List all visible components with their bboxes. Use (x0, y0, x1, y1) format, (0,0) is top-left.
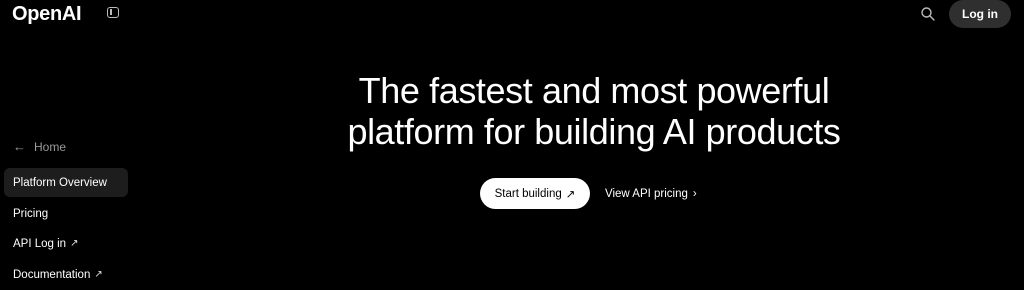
arrow-left-icon: ← (13, 139, 26, 154)
hero-title: The fastest and most powerful platform f… (300, 70, 888, 152)
sidebar-item-api-login[interactable]: API Log in ↗ (4, 229, 128, 258)
sidebar-back-label: Home (34, 139, 67, 154)
sidebar-item-label: API Log in (13, 237, 67, 250)
view-api-pricing-label: View API pricing (605, 187, 688, 200)
start-building-label: Start building (494, 187, 562, 200)
openai-logo[interactable]: OpenAI (12, 2, 82, 26)
hero-title-line-2: platform for building AI products (347, 111, 841, 152)
page: OpenAI Log in ← Home Platform Overview P… (0, 0, 1024, 290)
start-building-button[interactable]: Start building ↗ (480, 178, 590, 209)
sidebar-item-label: Pricing (13, 207, 49, 220)
sidebar-item-pricing[interactable]: Pricing (4, 199, 128, 228)
sidebar-item-documentation[interactable]: Documentation ↗ (4, 260, 128, 289)
sidebar-item-label: Platform Overview (13, 176, 107, 189)
external-arrow-icon: ↗ (565, 188, 576, 201)
chevron-right-icon: › (692, 187, 697, 200)
hero-title-line-1: The fastest and most powerful (358, 70, 830, 111)
sidebar-item-label: Documentation (13, 268, 91, 281)
search-icon[interactable] (920, 6, 936, 22)
sidebar-toggle-icon[interactable] (107, 7, 119, 18)
external-link-icon: ↗ (94, 269, 103, 280)
login-button[interactable]: Log in (949, 0, 1011, 28)
sidebar-item-platform-overview[interactable]: Platform Overview (4, 168, 128, 197)
external-link-icon: ↗ (70, 238, 79, 249)
view-api-pricing-link[interactable]: View API pricing › (605, 178, 697, 209)
sidebar-back-home[interactable]: ← Home (13, 139, 66, 154)
